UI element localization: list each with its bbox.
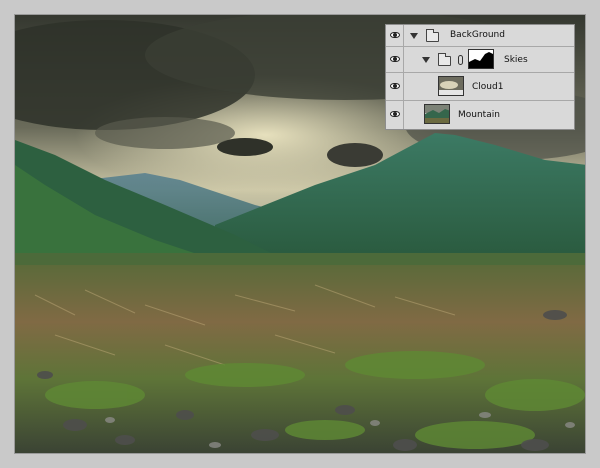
layer-row-background[interactable]: BackGround — [386, 25, 574, 47]
mask-thumbnail[interactable] — [468, 49, 494, 69]
eye-icon[interactable] — [390, 56, 400, 62]
app-frame: BackGround Skies Cloud1 Mountain — [0, 0, 600, 468]
layer-name: Cloud1 — [472, 82, 504, 92]
visibility-toggle[interactable] — [386, 101, 404, 129]
folder-icon — [426, 29, 439, 42]
layer-row-mountain[interactable]: Mountain — [386, 101, 574, 129]
triangle-down-icon[interactable] — [422, 57, 430, 63]
eye-icon[interactable] — [390, 32, 400, 38]
layers-panel: BackGround Skies Cloud1 Mountain — [385, 24, 575, 130]
layer-row-skies[interactable]: Skies — [386, 47, 574, 73]
folder-icon — [438, 53, 451, 66]
eye-icon[interactable] — [390, 111, 400, 117]
layer-name: Mountain — [458, 110, 500, 120]
visibility-toggle[interactable] — [386, 47, 404, 72]
eye-icon[interactable] — [390, 83, 400, 89]
layer-thumbnail[interactable] — [424, 104, 450, 124]
layer-thumbnail[interactable] — [438, 76, 464, 96]
layer-row-cloud1[interactable]: Cloud1 — [386, 73, 574, 101]
layer-name: Skies — [504, 55, 528, 65]
layer-name: BackGround — [450, 30, 505, 40]
visibility-toggle[interactable] — [386, 25, 404, 46]
visibility-toggle[interactable] — [386, 73, 404, 100]
chain-link-icon[interactable] — [458, 55, 463, 65]
triangle-down-icon[interactable] — [410, 33, 418, 39]
